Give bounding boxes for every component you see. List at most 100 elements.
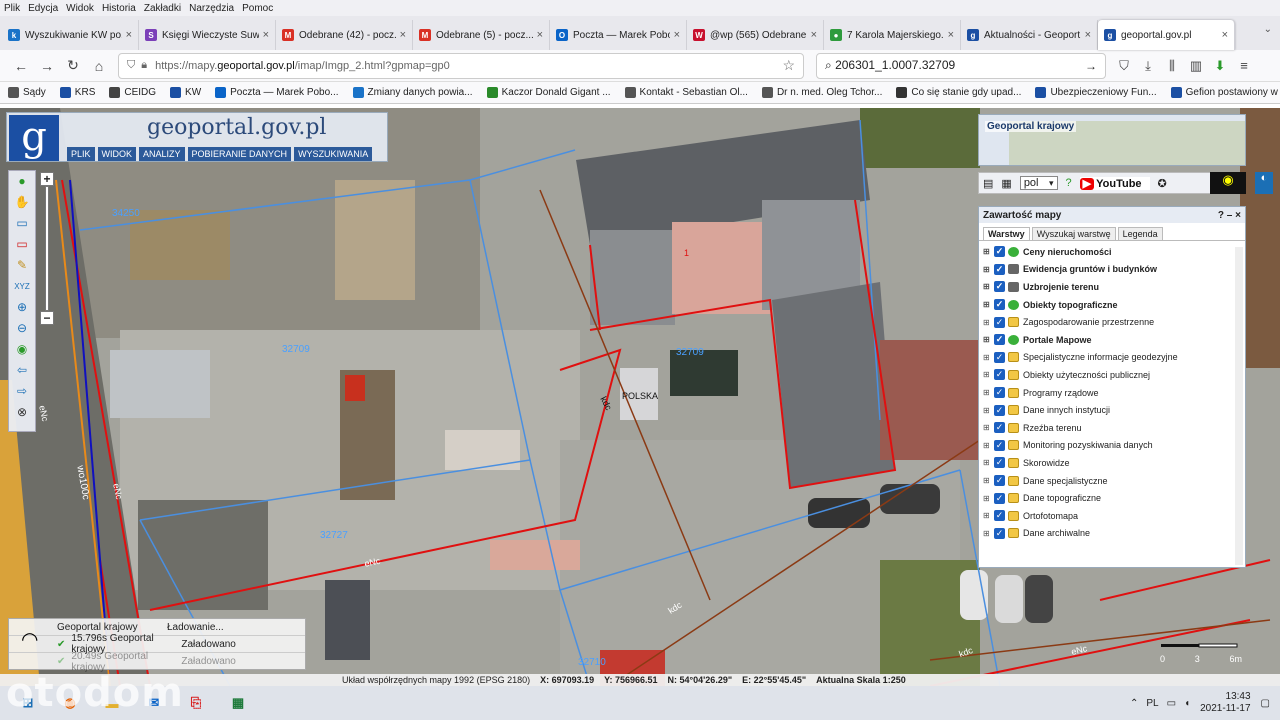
zoom-plus-button[interactable]: + xyxy=(40,172,54,186)
layer-item[interactable]: ⊞ ✓ Dane archiwalne xyxy=(983,525,1245,543)
accessibility-icon[interactable]: ✪ xyxy=(1158,177,1167,190)
close-icon[interactable]: × xyxy=(948,29,954,41)
tab-wyszukaj-warstwe[interactable]: Wyszukaj warstwę xyxy=(1031,227,1116,240)
select-rect-red-icon[interactable]: ▭ xyxy=(9,234,35,255)
close-icon[interactable]: × xyxy=(674,29,680,41)
measure-icon[interactable]: ⊗ xyxy=(9,402,35,423)
menu-pomoc[interactable]: Pomoc xyxy=(242,3,273,14)
browser-tab-6[interactable]: ● 7 Karola Majerskiego... × xyxy=(824,20,961,50)
layers-scrollbar[interactable] xyxy=(1235,247,1243,565)
reload-icon[interactable]: ↻ xyxy=(60,57,86,74)
bookmark-item[interactable]: Ubezpieczeniowy Fun... xyxy=(1035,87,1157,98)
menu-plik[interactable]: Plik xyxy=(4,3,20,14)
notifications-icon[interactable]: ▢ xyxy=(1261,698,1270,709)
menu-wyszukiwania-button[interactable]: WYSZUKIWANIA xyxy=(294,147,373,161)
close-icon[interactable]: × xyxy=(1222,29,1228,41)
checkbox-icon[interactable]: ✓ xyxy=(994,299,1005,311)
browser-tab-5[interactable]: W @wp (565) Odebrane × xyxy=(687,20,824,50)
browser-tab-7[interactable]: g Aktualności - Geoport... × xyxy=(961,20,1098,50)
bookmark-item[interactable]: Poczta — Marek Pobo... xyxy=(215,87,339,98)
browser-tab-2[interactable]: M Odebrane (42) - pocz... × xyxy=(276,20,413,50)
menu-narzedzia[interactable]: Narzędzia xyxy=(189,3,234,14)
pan-hand-icon[interactable]: ✋ xyxy=(9,192,35,213)
overview-map[interactable]: Geoportal krajowy xyxy=(978,114,1246,166)
bookmark-item[interactable]: Gefion postawiony w s... xyxy=(1170,87,1280,98)
close-icon[interactable]: × xyxy=(1085,29,1091,41)
network-icon[interactable]: ▭ xyxy=(1167,698,1176,709)
expand-icon[interactable]: ⊞ xyxy=(983,458,991,467)
checkbox-icon[interactable]: ✓ xyxy=(994,492,1005,504)
layer-item[interactable]: ⊞ ✓ Ceny nieruchomości xyxy=(983,243,1245,261)
layer-item[interactable]: ⊞ ✓ Obiekty topograficzne xyxy=(983,296,1245,314)
bookmark-item[interactable]: Kaczor Donald Gigant ... xyxy=(486,87,611,98)
expand-icon[interactable]: ⊞ xyxy=(983,247,991,256)
bookmark-item[interactable]: Dr n. med. Oleg Tchor... xyxy=(761,87,882,98)
checkbox-icon[interactable]: ✓ xyxy=(994,422,1005,434)
globe-icon[interactable]: ◉ xyxy=(9,339,35,360)
menu-widok[interactable]: Widok xyxy=(66,3,94,14)
menu-analizy-button[interactable]: ANALIZY xyxy=(139,147,185,161)
bookmark-item[interactable]: Co się stanie gdy upad... xyxy=(896,87,1021,98)
checkbox-icon[interactable]: ✓ xyxy=(994,334,1005,346)
checkbox-icon[interactable]: ✓ xyxy=(994,387,1005,399)
layer-item[interactable]: ⊞ ✓ Skorowidze xyxy=(983,454,1245,472)
export-icon[interactable]: ▦ xyxy=(1001,177,1011,190)
download-icon[interactable]: ⤓ xyxy=(1136,58,1160,74)
close-icon[interactable]: × xyxy=(811,29,817,41)
layer-item[interactable]: ⊞ ✓ Dane topograficzne xyxy=(983,489,1245,507)
help-icon[interactable]: ? xyxy=(1066,177,1072,189)
menu-pobieranie-button[interactable]: POBIERANIE DANYCH xyxy=(187,147,292,161)
layer-item[interactable]: ⊞ ✓ Dane specjalistyczne xyxy=(983,472,1245,490)
menu-widok-button[interactable]: WIDOK xyxy=(97,147,137,161)
layer-item[interactable]: ⊞ ✓ Ortofotomapa xyxy=(983,507,1245,525)
panel-controls[interactable]: ? – × xyxy=(1218,210,1241,221)
layer-item[interactable]: ⊞ ✓ Monitoring pozyskiwania danych xyxy=(983,437,1245,455)
layer-item[interactable]: ⊞ ✓ Ewidencja gruntów i budynków xyxy=(983,261,1245,279)
excel-icon[interactable]: ▦ xyxy=(218,688,258,718)
expand-icon[interactable]: ⊞ xyxy=(983,494,991,503)
select-rect-icon[interactable]: ▭ xyxy=(9,213,35,234)
volume-icon[interactable]: ◖ xyxy=(1184,698,1190,709)
expand-icon[interactable]: ⊞ xyxy=(983,476,991,485)
info-icon[interactable]: ● xyxy=(9,171,35,192)
expand-icon[interactable]: ⊞ xyxy=(983,265,991,274)
zoom-in-icon[interactable]: ⊕ xyxy=(9,297,35,318)
checkbox-icon[interactable]: ✓ xyxy=(994,439,1005,451)
layer-item[interactable]: ⊞ ✓ Zagospodarowanie przestrzenne xyxy=(983,313,1245,331)
close-icon[interactable]: × xyxy=(263,29,269,41)
bookmark-item[interactable]: Sądy xyxy=(8,87,46,98)
expand-icon[interactable]: ⊞ xyxy=(983,423,991,432)
browser-tab-4[interactable]: O Poczta — Marek Pobo... × xyxy=(550,20,687,50)
layer-item[interactable]: ⊞ ✓ Obiekty użyteczności publicznej xyxy=(983,366,1245,384)
checkbox-icon[interactable]: ✓ xyxy=(994,316,1005,328)
close-icon[interactable]: × xyxy=(400,29,406,41)
forward-arrow-icon[interactable]: ⇨ xyxy=(9,381,35,402)
layer-item[interactable]: ⊞ ✓ Programy rządowe xyxy=(983,384,1245,402)
expand-icon[interactable]: ⊞ xyxy=(983,282,991,291)
checkbox-icon[interactable]: ✓ xyxy=(994,281,1005,293)
print-icon[interactable]: ▤ xyxy=(983,177,993,190)
browser-tab-8[interactable]: g geoportal.gov.pl × xyxy=(1098,20,1235,50)
menu-edycja[interactable]: Edycja xyxy=(28,3,58,14)
bookmark-item[interactable]: Kontakt - Sebastian Ol... xyxy=(624,87,748,98)
checkbox-icon[interactable]: ✓ xyxy=(994,527,1005,539)
expand-icon[interactable]: ⊞ xyxy=(983,388,991,397)
browser-tab-0[interactable]: k Wyszukiwanie KW po... × xyxy=(2,20,139,50)
expand-icon[interactable]: ⊞ xyxy=(983,335,991,344)
clock[interactable]: 13:43 2021-11-17 xyxy=(1200,691,1250,715)
expand-icon[interactable]: ⊞ xyxy=(983,511,991,520)
checkbox-icon[interactable]: ✓ xyxy=(994,510,1005,522)
expand-icon[interactable]: ⊞ xyxy=(983,406,991,415)
search-input[interactable]: ⌕ 206301_1.0007.32709 → xyxy=(816,52,1106,79)
home-icon[interactable]: ⌂ xyxy=(86,58,112,74)
language-select[interactable]: pol ▾ xyxy=(1019,176,1058,190)
expand-icon[interactable]: ⊞ xyxy=(983,318,991,327)
browser-tab-1[interactable]: S Księgi Wieczyste Suw... × xyxy=(139,20,276,50)
bookmark-item[interactable]: CEIDG xyxy=(109,87,156,98)
browser-tab-3[interactable]: M Odebrane (5) - pocz... × xyxy=(413,20,550,50)
tab-list-icon[interactable]: ⌄ xyxy=(1264,24,1272,35)
menu-historia[interactable]: Historia xyxy=(102,3,136,14)
close-icon[interactable]: × xyxy=(126,29,132,41)
layer-item[interactable]: ⊞ ✓ Rzeźba terenu xyxy=(983,419,1245,437)
keyboard-language[interactable]: PL xyxy=(1146,698,1158,709)
